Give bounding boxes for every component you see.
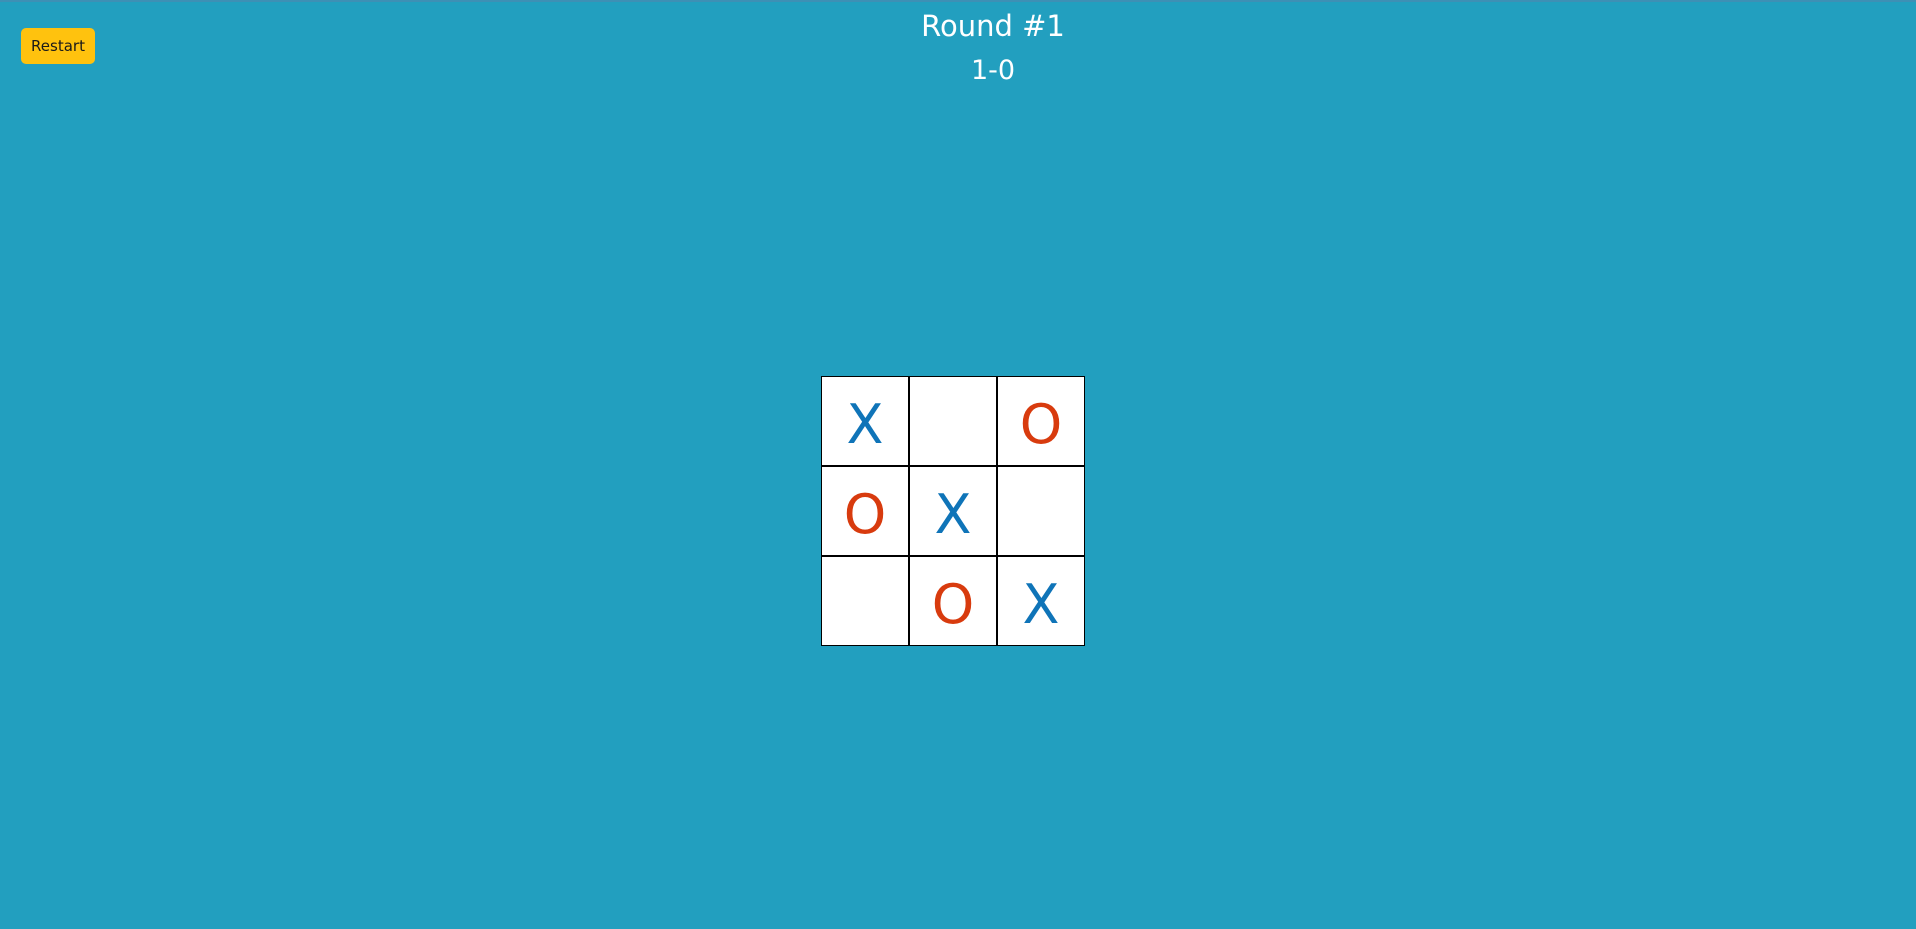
board-cell-3[interactable]: O (821, 466, 909, 556)
board-cell-1[interactable] (909, 376, 997, 466)
game-board: X O O X O X (821, 376, 1085, 646)
score: 1-0 (970, 55, 1016, 86)
round-title: Round #1 (921, 9, 1065, 43)
board-cell-6[interactable] (821, 556, 909, 646)
board-cell-0[interactable]: X (821, 376, 909, 466)
board-cell-4[interactable]: X (909, 466, 997, 556)
board-cell-2[interactable]: O (997, 376, 1085, 466)
board-cell-8[interactable]: X (997, 556, 1085, 646)
board-cell-7[interactable]: O (909, 556, 997, 646)
board-cell-5[interactable] (997, 466, 1085, 556)
